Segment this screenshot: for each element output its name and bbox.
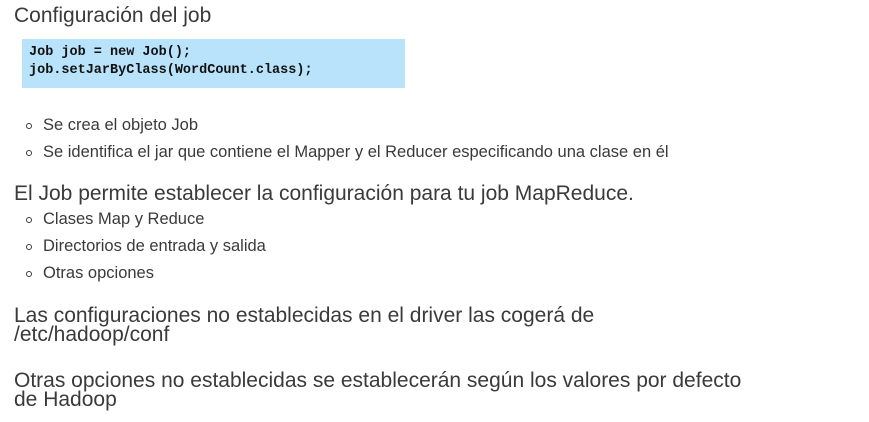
bullet-circle-icon xyxy=(26,217,32,223)
list-item: Se crea el objeto Job xyxy=(26,112,669,139)
config-bullet-list: Clases Map y Reduce Directorios de entra… xyxy=(26,206,266,287)
paragraph-line: de Hadoop xyxy=(14,388,117,411)
list-item-text: Clases Map y Reduce xyxy=(43,210,205,228)
list-item: Otras opciones xyxy=(26,260,266,287)
bullet-circle-icon xyxy=(26,244,32,250)
paragraph-job-config: El Job permite establecer la configuraci… xyxy=(14,182,634,205)
list-item: Se identifica el jar que contiene el Map… xyxy=(26,139,669,166)
section-heading: Configuración del job xyxy=(14,4,212,27)
list-item-text: Otras opciones xyxy=(43,264,154,282)
code-line: job.setJarByClass(WordCount.class); xyxy=(29,63,313,78)
list-item-text: Se crea el objeto Job xyxy=(43,116,199,134)
code-line: Job job = new Job(); xyxy=(29,45,192,60)
list-item-text: Se identifica el jar que contiene el Map… xyxy=(43,143,669,161)
bullet-circle-icon xyxy=(26,150,32,156)
job-bullet-list: Se crea el objeto Job Se identifica el j… xyxy=(26,112,669,166)
list-item-text: Directorios de entrada y salida xyxy=(43,237,266,255)
slide: Configuración del job Job job = new Job(… xyxy=(0,0,869,422)
bullet-circle-icon xyxy=(26,271,32,277)
bullet-circle-icon xyxy=(26,123,32,129)
list-item: Directorios de entrada y salida xyxy=(26,233,266,260)
list-item: Clases Map y Reduce xyxy=(26,206,266,233)
code-snippet: Job job = new Job(); job.setJarByClass(W… xyxy=(22,39,405,88)
paragraph-driver-config: Las configuraciones no establecidas en e… xyxy=(14,305,594,346)
paragraph-line: /etc/hadoop/conf xyxy=(14,323,170,346)
paragraph-defaults: Otras opciones no establecidas se establ… xyxy=(14,369,742,411)
paragraph-line: Otras opciones no establecidas se establ… xyxy=(14,369,742,392)
